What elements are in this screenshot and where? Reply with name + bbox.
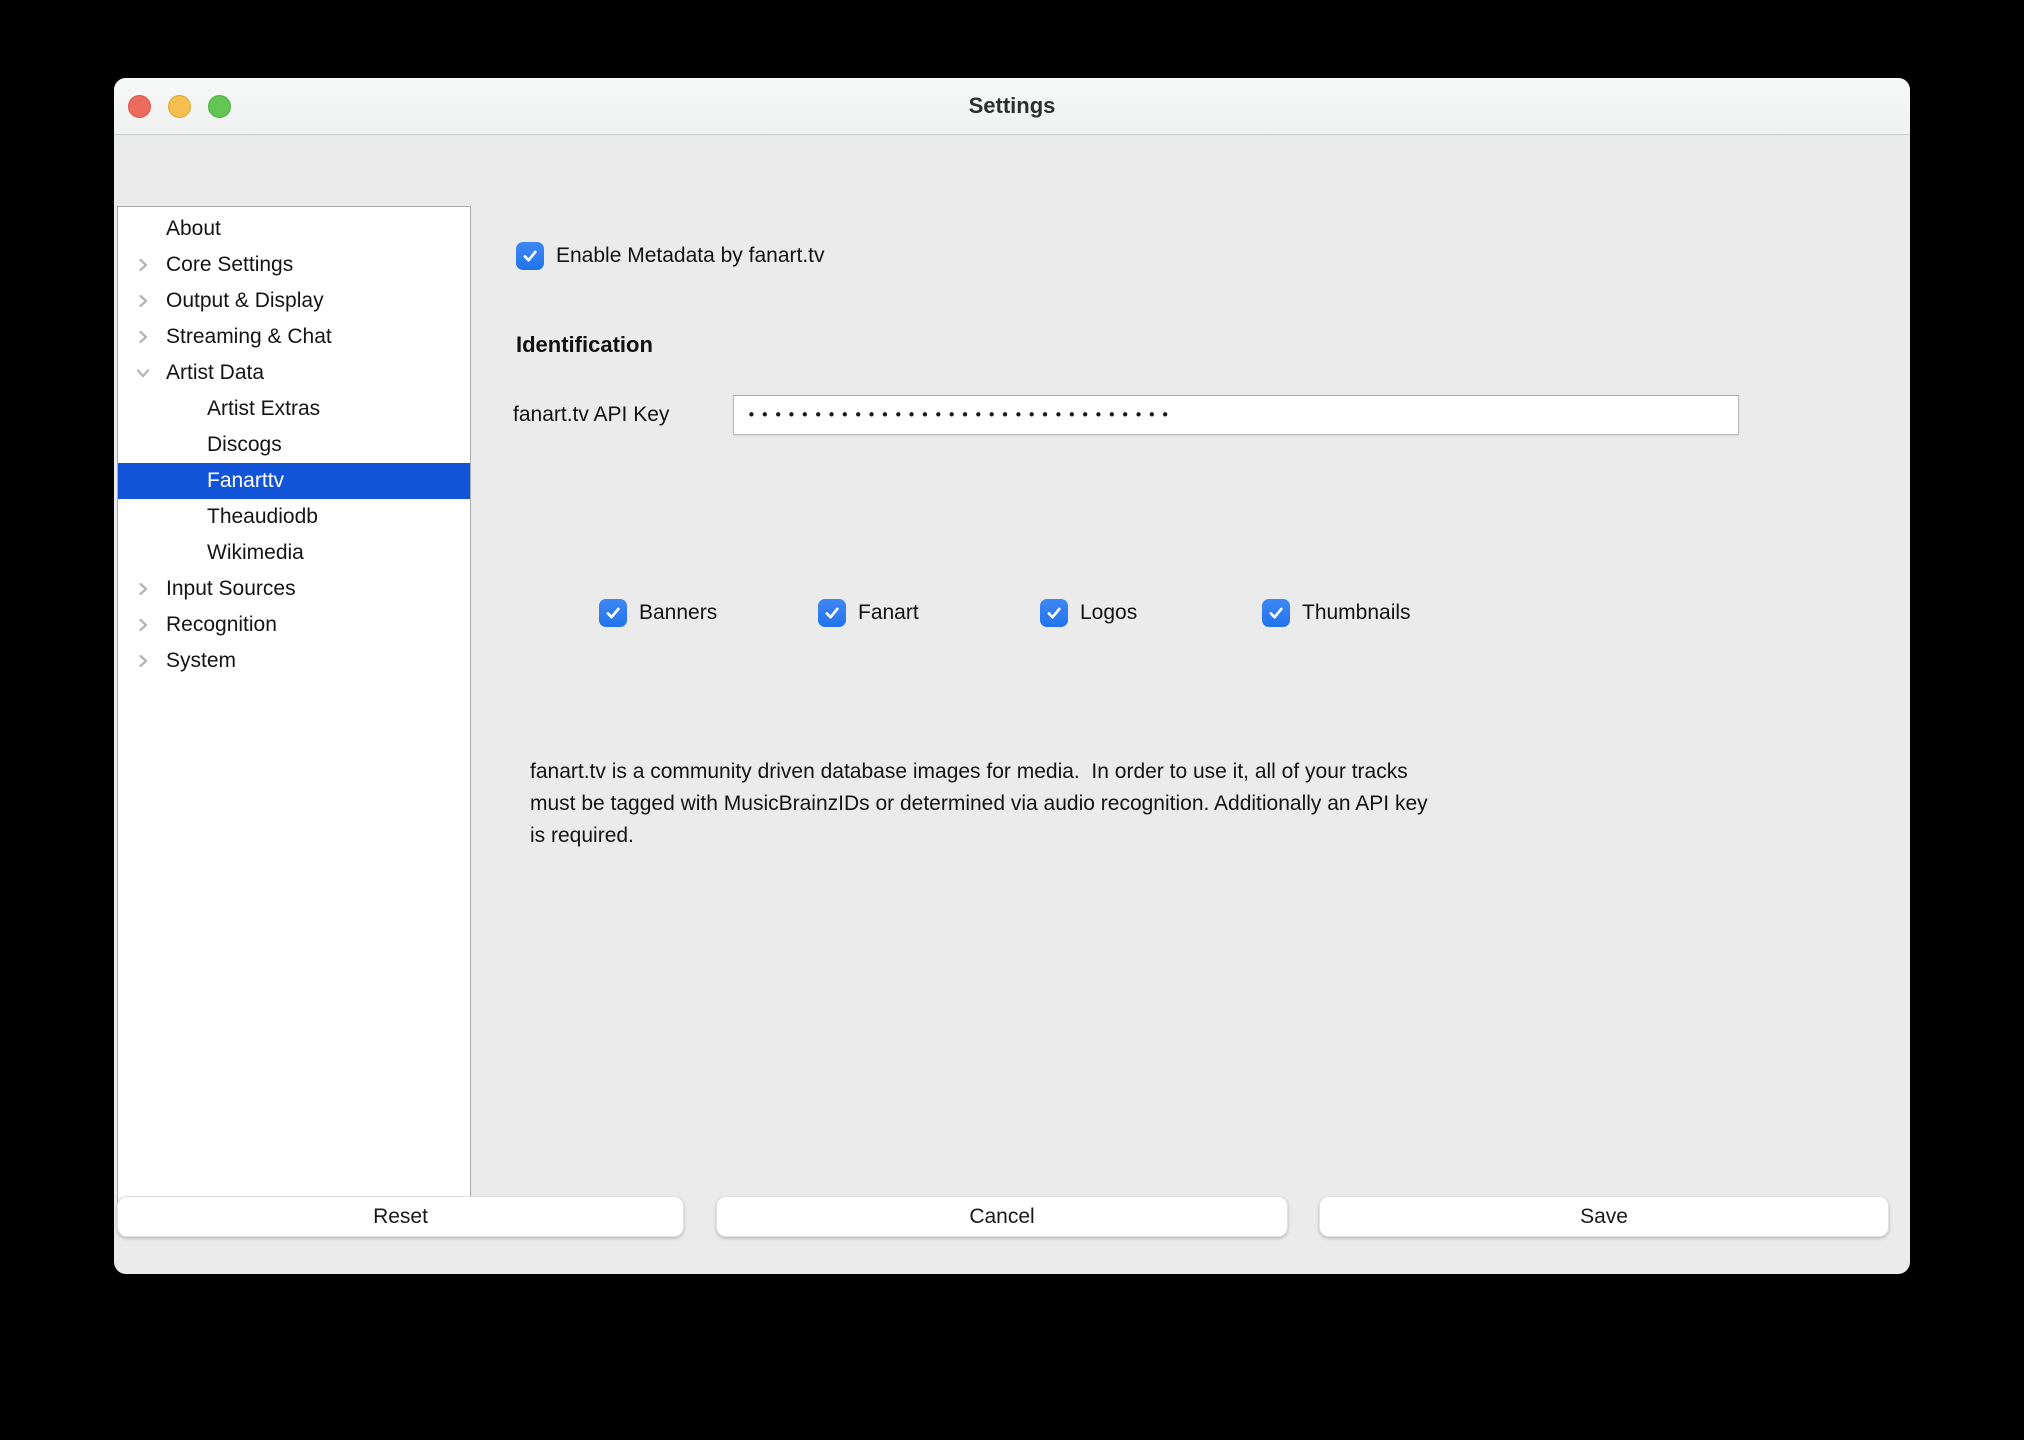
settings-window: Settings About Core Settings Output & Di…: [114, 78, 1910, 1274]
checkbox-checked-icon[interactable]: [818, 599, 846, 627]
chevron-right-icon[interactable]: [135, 257, 151, 273]
logos-label: Logos: [1080, 601, 1137, 625]
sidebar-item-label: About: [118, 217, 221, 241]
sidebar-item-system[interactable]: System: [118, 643, 470, 679]
sidebar-tree: About Core Settings Output & Display Str…: [117, 206, 471, 1216]
sidebar-item-output-display[interactable]: Output & Display: [118, 283, 470, 319]
enable-metadata-label: Enable Metadata by fanart.tv: [556, 244, 825, 268]
banners-label: Banners: [639, 601, 717, 625]
banners-checkbox[interactable]: Banners: [599, 599, 717, 627]
sidebar-item-streaming-chat[interactable]: Streaming & Chat: [118, 319, 470, 355]
traffic-lights: [128, 78, 231, 134]
api-key-field: [733, 395, 1739, 435]
checkbox-checked-icon[interactable]: [516, 242, 544, 270]
api-key-input[interactable]: [734, 396, 1751, 434]
desktop-background: Settings About Core Settings Output & Di…: [0, 0, 2024, 1440]
chevron-right-icon[interactable]: [135, 329, 151, 345]
sidebar-item-wikimedia[interactable]: Wikimedia: [118, 535, 470, 571]
sidebar-item-label: Discogs: [118, 433, 282, 457]
api-key-label: fanart.tv API Key: [513, 403, 669, 427]
sidebar-item-about[interactable]: About: [118, 211, 470, 247]
sidebar-item-core-settings[interactable]: Core Settings: [118, 247, 470, 283]
chevron-right-icon[interactable]: [135, 581, 151, 597]
sidebar-item-recognition[interactable]: Recognition: [118, 607, 470, 643]
checkbox-checked-icon[interactable]: [1040, 599, 1068, 627]
sidebar-item-fanarttv[interactable]: Fanarttv: [118, 463, 470, 499]
sidebar-item-label: Theaudiodb: [118, 505, 318, 529]
sidebar-item-artist-data[interactable]: Artist Data: [118, 355, 470, 391]
fanart-label: Fanart: [858, 601, 919, 625]
window-title: Settings: [114, 78, 1910, 134]
sidebar-item-discogs[interactable]: Discogs: [118, 427, 470, 463]
chevron-down-icon[interactable]: [135, 365, 151, 381]
fanart-checkbox[interactable]: Fanart: [818, 599, 919, 627]
sidebar-item-label: Fanarttv: [118, 469, 284, 493]
chevron-right-icon[interactable]: [135, 293, 151, 309]
logos-checkbox[interactable]: Logos: [1040, 599, 1137, 627]
titlebar: Settings: [114, 78, 1910, 135]
thumbnails-checkbox[interactable]: Thumbnails: [1262, 599, 1411, 627]
close-button[interactable]: [128, 95, 151, 118]
reset-button[interactable]: Reset: [117, 1196, 684, 1237]
sidebar-item-input-sources[interactable]: Input Sources: [118, 571, 470, 607]
description-text: fanart.tv is a community driven database…: [530, 756, 1860, 852]
thumbnails-label: Thumbnails: [1302, 601, 1411, 625]
enable-metadata-checkbox[interactable]: Enable Metadata by fanart.tv: [516, 242, 825, 270]
section-heading: Identification: [516, 332, 653, 358]
sidebar-item-label: Wikimedia: [118, 541, 304, 565]
checkbox-checked-icon[interactable]: [1262, 599, 1290, 627]
cancel-button[interactable]: Cancel: [716, 1196, 1288, 1237]
sidebar-item-theaudiodb[interactable]: Theaudiodb: [118, 499, 470, 535]
chevron-right-icon[interactable]: [135, 617, 151, 633]
sidebar-item-artist-extras[interactable]: Artist Extras: [118, 391, 470, 427]
content-area: About Core Settings Output & Display Str…: [114, 134, 1910, 1274]
zoom-button[interactable]: [208, 95, 231, 118]
minimize-button[interactable]: [168, 95, 191, 118]
save-button[interactable]: Save: [1319, 1196, 1889, 1237]
chevron-right-icon[interactable]: [135, 653, 151, 669]
checkbox-checked-icon[interactable]: [599, 599, 627, 627]
sidebar-item-label: Artist Extras: [118, 397, 320, 421]
